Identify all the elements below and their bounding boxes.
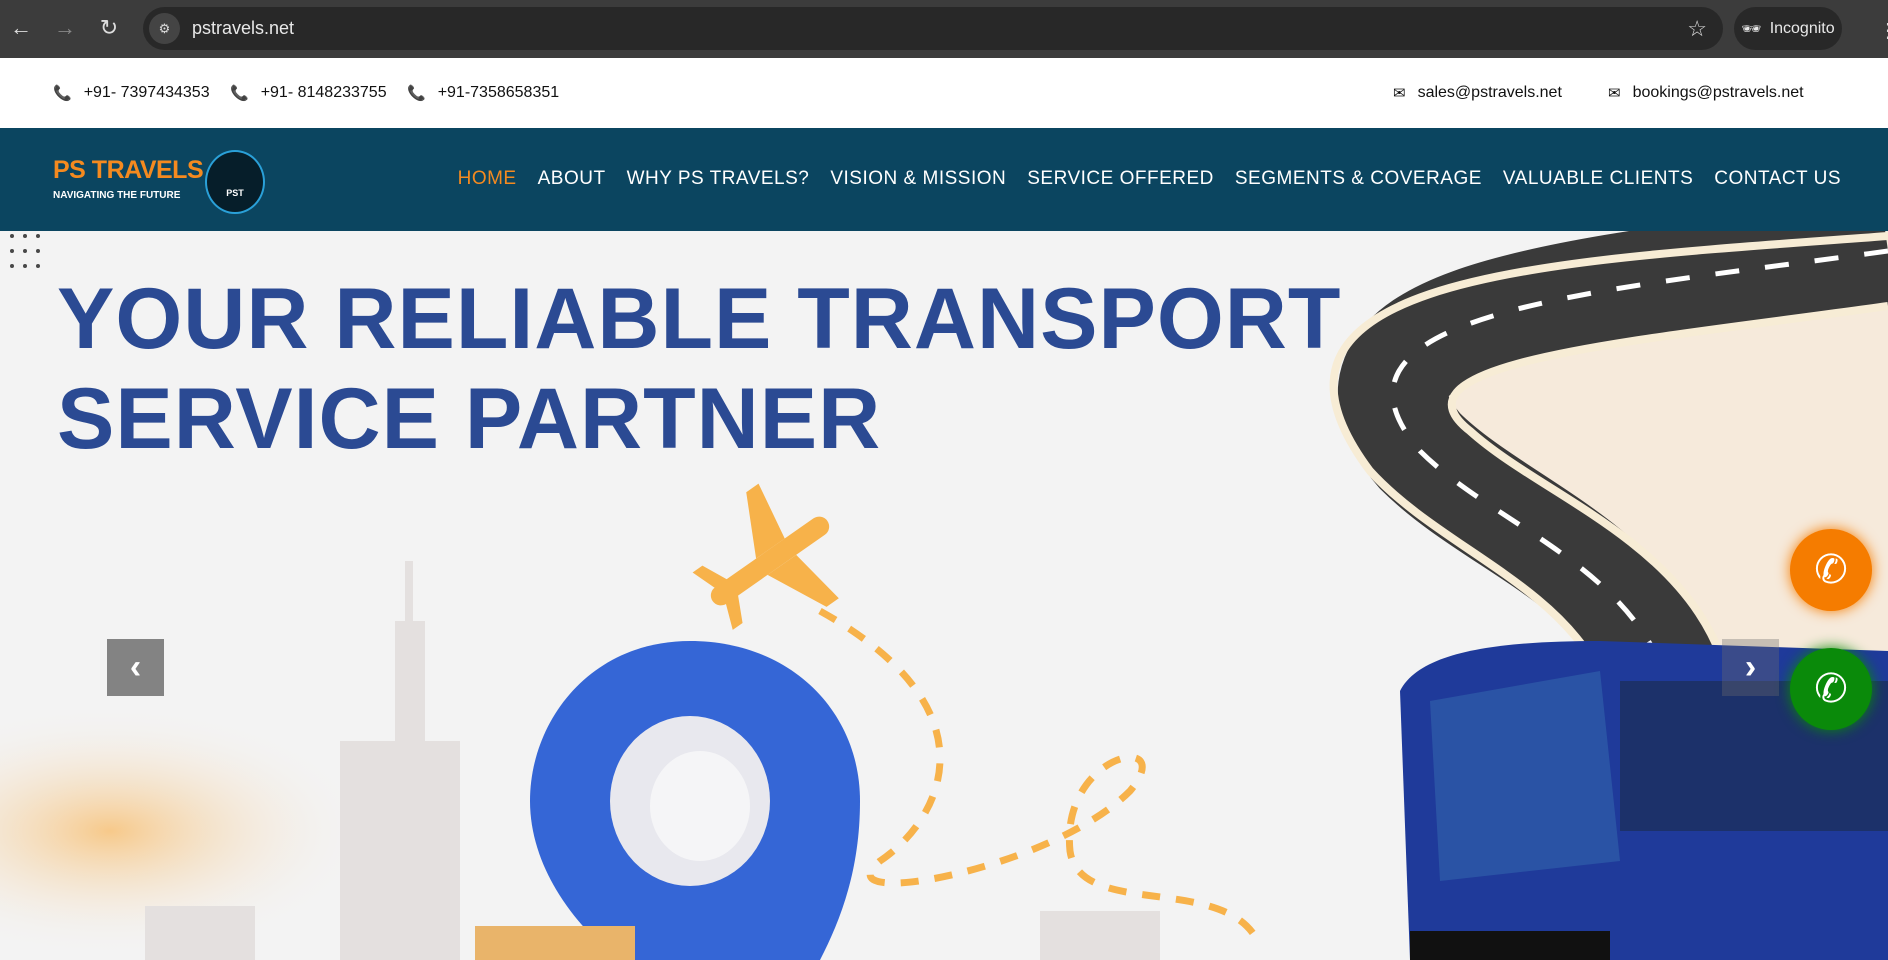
- nav-vision[interactable]: VISION & MISSION: [830, 168, 1006, 190]
- nav-services[interactable]: SERVICE OFFERED: [1027, 168, 1214, 190]
- incognito-badge[interactable]: 🕶 Incognito: [1734, 7, 1842, 50]
- nav-menu: HOME ABOUT WHY PS TRAVELS? VISION & MISS…: [458, 168, 1841, 190]
- airplane-icon: [692, 483, 839, 630]
- email-text: sales@pstravels.net: [1417, 84, 1562, 101]
- site-settings-icon[interactable]: ⚙: [149, 13, 180, 44]
- brand-tagline: NAVIGATING THE FUTURE: [53, 190, 181, 201]
- nav-why[interactable]: WHY PS TRAVELS?: [627, 168, 810, 190]
- headline-line-1: YOUR RELIABLE TRANSPORT: [57, 271, 1342, 367]
- phone-icon: 📞: [53, 85, 72, 102]
- carousel-prev-button[interactable]: ‹: [107, 639, 164, 696]
- box: [475, 926, 635, 960]
- email-sales[interactable]: ✉ sales@pstravels.net: [1393, 84, 1562, 102]
- phone-text: +91- 8148233755: [260, 84, 387, 101]
- envelope-icon: ✉: [1608, 85, 1621, 102]
- incognito-label: Incognito: [1769, 19, 1835, 37]
- incognito-icon: 🕶: [1741, 20, 1762, 38]
- logo-text: PST: [226, 188, 244, 198]
- nav-segments[interactable]: SEGMENTS & COVERAGE: [1235, 168, 1482, 190]
- whatsapp-icon: ✆: [1814, 667, 1848, 711]
- phone-3[interactable]: 📞 +91-7358658351: [407, 84, 559, 102]
- phone-2[interactable]: 📞 +91- 8148233755: [230, 84, 387, 102]
- nav-contact[interactable]: CONTACT US: [1714, 168, 1841, 190]
- contact-bar: 📞 +91- 7397434353 📞 +91- 8148233755 📞 +91-7…: [0, 58, 1888, 128]
- carousel-next-button[interactable]: ›: [1722, 639, 1779, 696]
- phone-text: +91-7358658351: [437, 84, 560, 101]
- logo[interactable]: PST: [205, 150, 265, 214]
- address-bar[interactable]: ⚙ pstravels.net ☆: [143, 7, 1723, 50]
- phone-icon: 📞: [230, 85, 249, 102]
- brand-name[interactable]: PS TRAVELS: [53, 156, 204, 185]
- flight-path: [818, 607, 1264, 948]
- bookmark-star-icon[interactable]: ☆: [1687, 16, 1707, 42]
- phone-text: +91- 7397434353: [83, 84, 210, 101]
- back-icon[interactable]: ←: [6, 13, 36, 43]
- email-bookings[interactable]: ✉ bookings@pstravels.net: [1608, 84, 1804, 102]
- dots-decoration: [10, 234, 40, 268]
- hero-slider: YOUR RELIABLE TRANSPORT SERVICE PARTNER ‹…: [0, 231, 1888, 960]
- nav-about[interactable]: ABOUT: [538, 168, 606, 190]
- reload-icon[interactable]: ↻: [94, 13, 124, 43]
- kebab-menu-icon[interactable]: ⋮: [1878, 18, 1888, 43]
- headline-line-2: SERVICE PARTNER: [57, 371, 882, 467]
- email-text: bookings@pstravels.net: [1632, 84, 1804, 101]
- phone-1[interactable]: 📞 +91- 7397434353: [53, 84, 210, 102]
- url-text[interactable]: pstravels.net: [192, 18, 294, 39]
- nav-clients[interactable]: VALUABLE CLIENTS: [1503, 168, 1693, 190]
- whatsapp-button[interactable]: ✆: [1790, 648, 1872, 730]
- forward-icon[interactable]: →: [50, 13, 80, 43]
- phone-icon: 📞: [407, 85, 426, 102]
- nav-home[interactable]: HOME: [458, 168, 517, 190]
- browser-toolbar: ← → ↻ ⚙ pstravels.net ☆ 🕶 Incognito ⋮: [0, 0, 1888, 58]
- call-button[interactable]: ✆: [1790, 529, 1872, 611]
- phone-icon: ✆: [1814, 548, 1848, 592]
- main-navbar: PS TRAVELS NAVIGATING THE FUTURE PST HOM…: [0, 128, 1888, 231]
- hero-headline: YOUR RELIABLE TRANSPORT SERVICE PARTNER: [57, 269, 1341, 469]
- envelope-icon: ✉: [1393, 85, 1406, 102]
